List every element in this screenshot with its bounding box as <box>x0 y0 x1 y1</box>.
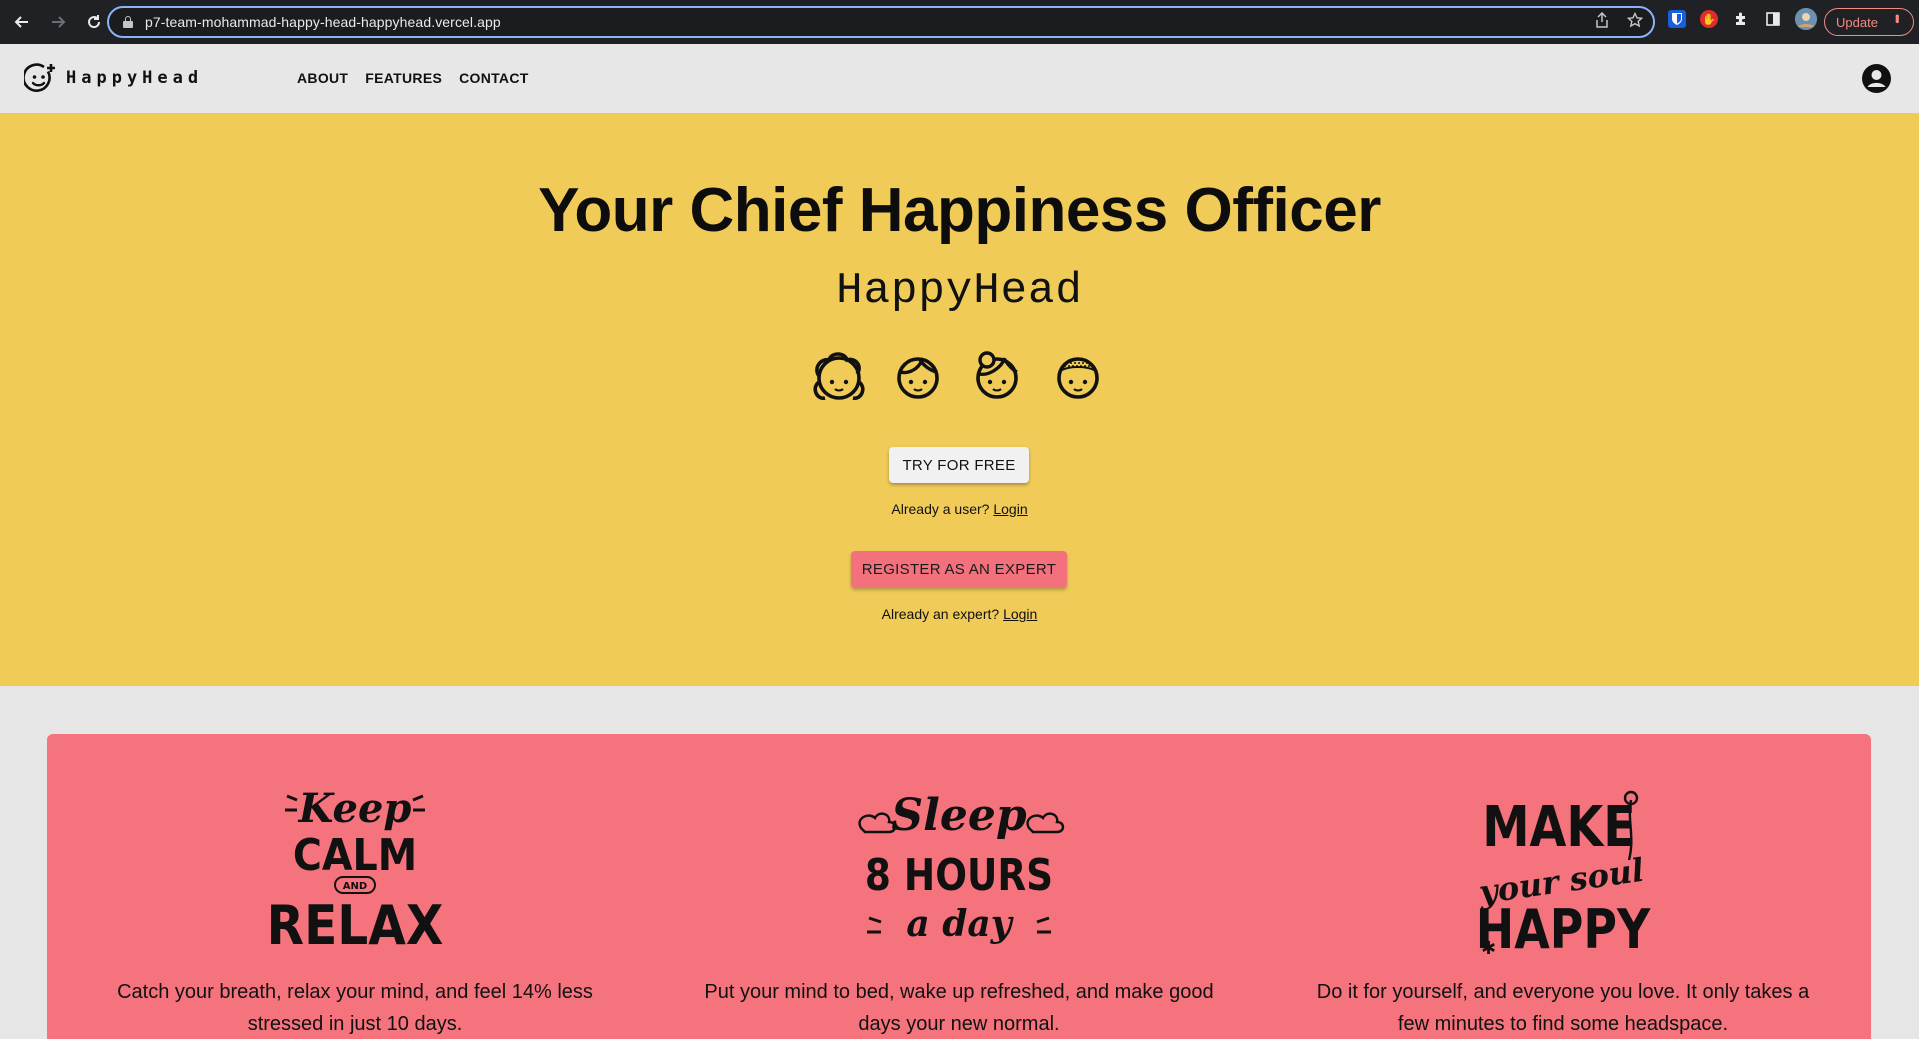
update-button[interactable]: Update ••• <box>1824 8 1914 36</box>
sidepanel-icon[interactable] <box>1764 10 1782 28</box>
hero-subtitle: HappyHead <box>836 266 1083 316</box>
star-icon[interactable] <box>1626 11 1644 32</box>
profile-avatar[interactable] <box>1795 8 1817 30</box>
try-for-free-button[interactable]: TRY FOR FREE <box>889 447 1029 483</box>
features-section: Keep CALM AND RELAX Catch your breath, r… <box>47 734 1871 1039</box>
keep-calm-relax-artwork: Keep CALM AND RELAX <box>267 785 444 958</box>
face-buzz-cut-icon <box>1057 357 1099 399</box>
forward-icon[interactable] <box>42 6 74 38</box>
share-icon[interactable] <box>1595 11 1609 32</box>
expert-login-line: Already an expert? Login <box>0 606 1919 622</box>
puzzle-icon[interactable] <box>1732 10 1750 28</box>
feature-sleep-text: Put your mind to bed, wake up refreshed,… <box>704 981 1214 1035</box>
face-curly-hair-icon <box>813 352 865 400</box>
smiley-plus-icon <box>24 63 55 92</box>
main-menu: ABOUT FEATURES CONTACT <box>297 70 529 86</box>
register-expert-button[interactable]: REGISTER AS AN EXPERT <box>851 551 1067 588</box>
update-label: Update <box>1836 14 1878 30</box>
brand-name: HappyHead <box>66 68 204 88</box>
brand-logo[interactable]: HappyHead <box>24 62 203 94</box>
hero-section: Your Chief Happiness Officer HappyHead T… <box>0 113 1919 686</box>
svg-text:MAKE: MAKE <box>1482 795 1636 860</box>
bitwarden-icon[interactable] <box>1668 10 1686 28</box>
back-icon[interactable] <box>6 6 38 38</box>
make-your-soul-happy-artwork: MAKE your soul HAPPY ✱ <box>1476 790 1651 960</box>
svg-text:Sleep: Sleep <box>891 790 1026 841</box>
faces-illustration <box>813 351 1099 400</box>
kebab-menu-icon[interactable]: ••• <box>1890 14 1905 22</box>
url-text: p7-team-mohammad-happy-head-happyhead.ve… <box>145 14 501 30</box>
expert-login-link[interactable]: Login <box>1003 606 1037 622</box>
nav-contact-link[interactable]: CONTACT <box>459 70 529 86</box>
nav-features-link[interactable]: FEATURES <box>365 70 442 86</box>
nav-about-link[interactable]: ABOUT <box>297 70 348 86</box>
user-login-prompt: Already a user? <box>891 501 990 517</box>
svg-text:a day: a day <box>906 903 1013 945</box>
address-bar[interactable]: p7-team-mohammad-happy-head-happyhead.ve… <box>107 6 1655 38</box>
feature-card-sleep: Sleep 8 HOURS a day Put your mind to bed… <box>699 734 1219 1039</box>
svg-text:8 HOURS: 8 HOURS <box>865 849 1053 901</box>
face-bun-hair-icon <box>976 351 1018 399</box>
svg-text:CALM: CALM <box>293 829 417 881</box>
browser-toolbar: p7-team-mohammad-happy-head-happyhead.ve… <box>0 0 1919 44</box>
svg-text:HAPPY: HAPPY <box>1476 897 1651 960</box>
site-header: HappyHead ABOUT FEATURES CONTACT <box>0 44 1919 113</box>
hero-title: Your Chief Happiness Officer <box>538 176 1381 245</box>
svg-text:RELAX: RELAX <box>267 895 444 958</box>
feature-card-relax: Keep CALM AND RELAX Catch your breath, r… <box>95 734 615 1039</box>
sleep-8-hours-artwork: Sleep 8 HOURS a day <box>858 790 1065 945</box>
face-parted-hair-icon <box>897 357 939 399</box>
user-login-link[interactable]: Login <box>993 501 1027 517</box>
extension-red-icon[interactable]: ✋ <box>1700 10 1718 28</box>
svg-text:✱: ✱ <box>1481 938 1496 958</box>
svg-text:Keep: Keep <box>298 785 412 832</box>
expert-login-prompt: Already an expert? <box>881 606 1000 622</box>
account-icon[interactable] <box>1861 63 1892 94</box>
lock-icon[interactable] <box>123 16 133 28</box>
svg-text:AND: AND <box>343 881 367 892</box>
feature-card-happy: MAKE your soul HAPPY ✱ Do it for yoursel… <box>1303 734 1823 1039</box>
feature-relax-text: Catch your breath, relax your mind, and … <box>117 981 593 1035</box>
feature-happy-text: Do it for yourself, and everyone you lov… <box>1316 981 1810 1035</box>
reload-icon[interactable] <box>78 6 110 38</box>
user-login-line: Already a user? Login <box>0 501 1919 517</box>
